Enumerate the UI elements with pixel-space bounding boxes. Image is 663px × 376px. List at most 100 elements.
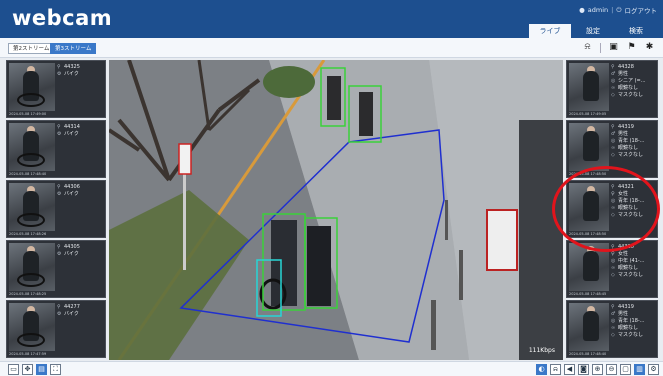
capture-thumbnail: [569, 123, 609, 171]
app-logo: webcam: [12, 6, 113, 30]
gender-icon: ♀: [611, 251, 615, 257]
bike-icon: ⚙: [57, 131, 62, 137]
glasses-icon: ∞: [611, 85, 616, 91]
mask-icon: ◇: [611, 272, 615, 278]
capture-card[interactable]: ⚲ 44305 ⚙ バイク 2024-05-08 17:48:25: [6, 240, 106, 298]
capture-id: 44325: [64, 64, 80, 70]
capture-gender: 男性: [618, 71, 629, 77]
settings-icon[interactable]: ⚙: [648, 364, 659, 375]
zoom-out-icon[interactable]: ⊖: [606, 364, 617, 375]
bike-icon: ⚙: [57, 251, 62, 257]
capture-thumbnail: [569, 63, 609, 111]
capture-type: バイク: [64, 71, 79, 77]
capture-thumbnail: [9, 123, 55, 171]
capture-glasses: 眼鏡なし: [618, 145, 639, 151]
capture-thumbnail: [569, 303, 609, 351]
snapshot-icon[interactable]: ◙: [578, 364, 589, 375]
capture-id: 44328: [618, 64, 634, 70]
left-capture-panel: ⚲ 44325 ⚙ バイク 2024-05-08 17:49:00 ⚲ 44314 ⚙ バイ…: [6, 58, 106, 360]
gender-icon: ♂: [611, 131, 616, 137]
zoom-in-icon[interactable]: ⊕: [592, 364, 603, 375]
toolbar: 第2ストリーム 第3ストリーム ⍾ ▣ ⚑ ✱: [0, 38, 663, 58]
capture-id: 44306: [64, 184, 80, 190]
capture-thumbnail: [9, 183, 55, 231]
capture-card[interactable]: ⚲ 44306 ⚙ バイク 2024-05-08 17:48:26: [6, 180, 106, 238]
glasses-icon: ∞: [611, 325, 616, 331]
tab-search[interactable]: 検索: [615, 24, 657, 38]
logout-link[interactable]: ログアウト: [625, 5, 658, 15]
mask-icon: ◇: [611, 152, 615, 158]
person-icon: ⚲: [611, 64, 615, 70]
capture-age: シニア (=...: [618, 78, 646, 84]
flag-icon[interactable]: ⚑: [626, 42, 637, 53]
age-icon: ◎: [611, 78, 616, 84]
capture-age: 青年 (18-...: [618, 138, 645, 144]
capture-mask: マスクなし: [618, 152, 644, 158]
mask-icon: ◇: [611, 92, 615, 98]
capture-id: 44319: [618, 124, 634, 130]
alarm-output-icon[interactable]: ⍾: [550, 364, 561, 375]
bitrate-readout: 111Kbps: [528, 347, 555, 354]
capture-time: 2024-05-08 17:49:05: [569, 112, 607, 116]
logout-icon: ⏻: [616, 5, 622, 14]
stream-2-button[interactable]: 第2ストリーム: [8, 43, 55, 54]
capture-type: バイク: [64, 251, 79, 257]
alarm-icon[interactable]: ⍾: [582, 42, 593, 53]
person-run-icon[interactable]: ✱: [644, 42, 655, 53]
stream-icon[interactable]: ◐: [536, 364, 547, 375]
audio-icon[interactable]: ◀: [564, 364, 575, 375]
capture-id: 44305: [64, 244, 80, 250]
capture-mask: マスクなし: [618, 272, 644, 278]
capture-card[interactable]: ⚲ 44314 ⚙ バイク 2024-05-08 17:48:40: [6, 120, 106, 178]
capture-glasses: 眼鏡なし: [618, 325, 639, 331]
bike-icon: ⚙: [57, 71, 62, 77]
user-area: ● admin | ⏻ ログアウト: [579, 5, 658, 16]
stream-3-button[interactable]: 第3ストリーム: [50, 43, 97, 54]
capture-time: 2024-05-08 17:48:26: [9, 232, 47, 236]
gender-icon: ♂: [611, 311, 616, 317]
capture-age: 中年 (41-...: [618, 258, 645, 264]
ptz-icon[interactable]: ✥: [22, 364, 33, 375]
fit-icon[interactable]: ▤: [36, 364, 47, 375]
capture-mask: マスクなし: [618, 332, 644, 338]
capture-gender: 男性: [618, 131, 629, 137]
age-icon: ◎: [611, 138, 616, 144]
capture-time: 2024-05-08 17:48:45: [569, 292, 607, 296]
capture-thumbnail: [9, 63, 55, 111]
capture-time: 2024-05-08 17:47:59: [9, 352, 47, 356]
window-layout-icon[interactable]: ▭: [8, 364, 19, 375]
tab-settings[interactable]: 設定: [572, 24, 614, 38]
person-icon: ⚲: [57, 244, 61, 250]
person-icon: ⚲: [57, 304, 61, 310]
username[interactable]: admin: [588, 6, 608, 14]
record-icon[interactable]: ▢: [620, 364, 631, 375]
capture-card[interactable]: ⚲ 44319 ♂ 男性 ◎ 青年 (18-... ∞ 眼鏡なし ◇ マスクなし 2024…: [566, 300, 658, 358]
main-tabs: ライブ 設定 検索: [529, 24, 657, 38]
video-scene: [109, 60, 563, 360]
capture-mask: マスクなし: [618, 92, 644, 98]
capture-id: 44319: [618, 304, 634, 310]
bike-icon: ⚙: [57, 311, 62, 317]
capture-id: 44277: [64, 304, 80, 310]
tab-live[interactable]: ライブ: [529, 24, 571, 38]
capture-id: 44314: [64, 124, 80, 130]
capture-card[interactable]: ⚲ 44277 ⚙ バイク 2024-05-08 17:47:59: [6, 300, 106, 358]
highlight-circle: [552, 166, 660, 252]
capture-card[interactable]: ⚲ 44325 ⚙ バイク 2024-05-08 17:49:00: [6, 60, 106, 118]
age-icon: ◎: [611, 258, 616, 264]
person-icon: ⚲: [57, 184, 61, 190]
capture-time: 2024-05-08 17:48:25: [9, 292, 47, 296]
layout-icon[interactable]: ▣: [608, 42, 619, 53]
capture-glasses: 眼鏡なし: [618, 265, 639, 271]
capture-time: 2024-05-08 17:48:40: [9, 172, 47, 176]
live-video[interactable]: 111Kbps: [109, 60, 563, 360]
divider: |: [611, 6, 614, 14]
fullscreen-icon[interactable]: ⛶: [50, 364, 61, 375]
capture-age: 青年 (18-...: [618, 318, 645, 324]
capture-type: バイク: [64, 131, 79, 137]
capture-type: バイク: [64, 311, 79, 317]
age-icon: ◎: [611, 318, 616, 324]
capture-card[interactable]: ⚲ 44328 ♂ 男性 ◎ シニア (=... ∞ 眼鏡なし ◇ マスクなし 2024-…: [566, 60, 658, 118]
capture-gender: 女性: [618, 251, 629, 257]
panel-icon[interactable]: ▥: [634, 364, 645, 375]
